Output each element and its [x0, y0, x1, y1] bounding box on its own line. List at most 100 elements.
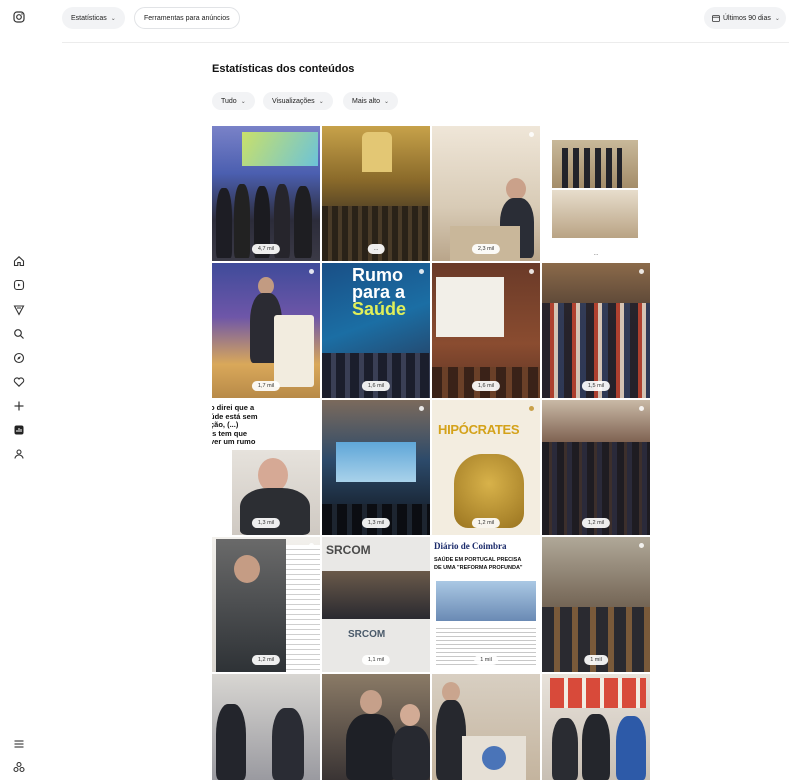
page-title: Estatísticas dos conteúdos	[212, 63, 355, 75]
person-figure	[272, 708, 304, 780]
home-icon[interactable]	[11, 253, 27, 269]
newspaper-graphic	[286, 545, 320, 672]
views-badge: 4,7 mil	[251, 244, 281, 254]
post-quote-line: ver um rumo	[212, 437, 256, 446]
banner-graphic	[274, 315, 314, 387]
content-tile[interactable]: 1 mil	[542, 537, 650, 672]
content-tile[interactable]: o direi que a úde está sem ção, (...) ís…	[212, 400, 320, 535]
content-tile[interactable]: 1,5 mil	[542, 263, 650, 398]
person-figure	[392, 726, 430, 780]
media-type-icon	[639, 269, 644, 274]
screen-graphic	[242, 132, 318, 166]
content-tile[interactable]: 1,2 mil	[542, 400, 650, 535]
filter-label: Mais alto	[352, 97, 381, 105]
altar-graphic	[362, 132, 392, 172]
content-tile[interactable]: ...	[542, 126, 650, 261]
threads-icon[interactable]	[11, 759, 27, 775]
newspaper-headline: DE UMA "REFORMA PROFUNDA"	[434, 565, 523, 571]
menu-icon[interactable]	[11, 736, 27, 752]
ads-tools-button[interactable]: Ferramentas para anúncios	[134, 7, 240, 29]
person-figure	[216, 704, 246, 780]
content-tile[interactable]	[432, 674, 540, 780]
filter-type-dropdown[interactable]: Tudo ⌄	[212, 92, 255, 110]
views-badge: 1,1 mil	[361, 655, 391, 665]
left-sidebar	[0, 0, 40, 780]
content-tile[interactable]: HIPÓCRATES 1,2 mil	[432, 400, 540, 535]
content-tile[interactable]: 1,6 mil	[432, 263, 540, 398]
post-headline: Rumo para a Saúde	[352, 266, 407, 319]
views-badge: 1,6 mil	[361, 381, 391, 391]
views-badge: 1 mil	[474, 655, 498, 665]
date-range-dropdown[interactable]: Últimos 90 dias ⌄	[704, 7, 786, 29]
portrait-head	[258, 458, 288, 492]
filter-metric-dropdown[interactable]: Visualizações ⌄	[263, 92, 333, 110]
filter-sort-dropdown[interactable]: Mais alto ⌄	[343, 92, 399, 110]
content-tile[interactable]: 1,7 mil	[212, 263, 320, 398]
content-tile[interactable]: 1,2 mil	[212, 537, 320, 672]
projection-screen-graphic	[436, 277, 504, 337]
statistics-dropdown[interactable]: Estatísticas ⌄	[62, 7, 125, 29]
messages-icon[interactable]	[11, 302, 27, 318]
content-tile[interactable]: SRCOM SRCOM 1,1 mil	[322, 537, 430, 672]
media-type-icon	[529, 132, 534, 137]
notifications-icon[interactable]	[11, 374, 27, 390]
filter-label: Visualizações	[272, 97, 315, 105]
explore-icon[interactable]	[11, 350, 27, 366]
panel-graphic	[322, 571, 430, 619]
dashboard-icon[interactable]	[11, 422, 27, 438]
calendar-icon	[712, 15, 720, 22]
content-tile[interactable]: Diário de Coimbra SAÚDE EM PORTUGAL PREC…	[432, 537, 540, 672]
views-badge: 1,2 mil	[471, 518, 501, 528]
date-range-label: Últimos 90 dias	[723, 14, 771, 22]
content-tile[interactable]: Rumo para a Saúde 1,6 mil	[322, 263, 430, 398]
content-tile[interactable]: ...	[322, 126, 430, 261]
portrait-head	[234, 555, 260, 583]
media-type-icon	[639, 543, 644, 548]
person-figure	[616, 716, 646, 780]
post-headline-line: Saúde	[352, 299, 407, 319]
search-icon[interactable]	[11, 326, 27, 342]
content-tile[interactable]: 4,7 mil	[212, 126, 320, 261]
media-type-icon	[529, 406, 534, 411]
newspaper-masthead: Diário de Coimbra	[434, 541, 507, 551]
group-photo-graphic	[552, 140, 638, 188]
header-divider	[62, 42, 789, 43]
person-head	[360, 690, 382, 714]
ads-tools-label: Ferramentas para anúncios	[144, 14, 230, 22]
media-type-icon	[309, 269, 314, 274]
speaker-head	[506, 178, 526, 200]
emblem-graphic	[482, 746, 506, 770]
content-tile[interactable]	[542, 674, 650, 780]
post-logo-text: SRCOM	[326, 543, 371, 557]
statue-graphic	[454, 454, 524, 528]
person-head	[400, 704, 420, 726]
views-badge: 1,6 mil	[471, 381, 501, 391]
reels-icon[interactable]	[11, 277, 27, 293]
create-icon[interactable]	[11, 398, 27, 414]
post-headline: HIPÓCRATES	[438, 422, 520, 437]
content-tile[interactable]	[212, 674, 320, 780]
media-type-icon	[529, 269, 534, 274]
chevron-down-icon: ⌄	[384, 98, 390, 105]
post-quote: o direi que a úde está sem ção, (...) ís…	[212, 403, 258, 447]
chevron-down-icon: ⌄	[110, 15, 116, 22]
filter-label: Tudo	[221, 97, 237, 105]
content-grid: 4,7 mil ... 2,3 mil ... 1,7 mil Rumo par…	[212, 126, 650, 780]
views-badge: 1 mil	[584, 655, 608, 665]
profile-icon[interactable]	[11, 446, 27, 462]
views-badge: 1,2 mil	[251, 655, 281, 665]
content-tile[interactable]	[322, 674, 430, 780]
person-figure	[216, 188, 232, 258]
views-badge: ...	[367, 244, 385, 254]
panel-graphic	[322, 353, 430, 398]
person-figure	[346, 714, 396, 780]
content-tile[interactable]: 2,3 mil	[432, 126, 540, 261]
content-tile[interactable]: 1,3 mil	[322, 400, 430, 535]
newspaper-headline: SAÚDE EM PORTUGAL PRECISA	[434, 557, 522, 563]
views-badge: 1,3 mil	[361, 518, 391, 528]
views-badge: 1,7 mil	[251, 381, 281, 391]
top-toolbar: Estatísticas ⌄ Ferramentas para anúncios…	[0, 0, 789, 40]
person-figure	[234, 184, 250, 258]
person-figure	[294, 186, 312, 258]
chevron-down-icon: ⌄	[774, 15, 780, 22]
